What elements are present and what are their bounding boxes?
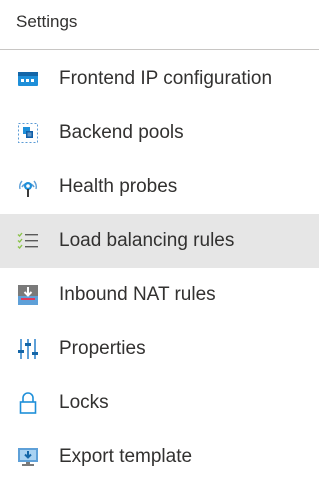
nav-item-locks[interactable]: Locks (0, 376, 319, 430)
settings-panel: Settings Frontend IP configuration Backe… (0, 0, 319, 480)
inbound-nat-icon (16, 283, 40, 307)
nav-item-label: Backend pools (59, 122, 184, 143)
settings-header: Settings (0, 0, 319, 50)
nav-item-label: Load balancing rules (59, 230, 235, 251)
nav-item-backend-pools[interactable]: Backend pools (0, 106, 319, 160)
nav-item-label: Inbound NAT rules (59, 284, 216, 305)
export-template-icon (16, 445, 40, 469)
nav-item-load-balancing-rules[interactable]: Load balancing rules (0, 214, 319, 268)
properties-sliders-icon (16, 337, 40, 361)
nav-item-properties[interactable]: Properties (0, 322, 319, 376)
nav-item-frontend-ip-configuration[interactable]: Frontend IP configuration (0, 52, 319, 106)
settings-nav-list: Frontend IP configuration Backend pools (0, 50, 319, 480)
nav-item-label: Health probes (59, 176, 178, 197)
lock-icon (16, 391, 40, 415)
frontend-ip-icon (16, 67, 40, 91)
nav-item-export-template[interactable]: Export template (0, 430, 319, 480)
rules-list-icon (16, 229, 40, 253)
nav-item-label: Locks (59, 392, 109, 413)
nav-item-label: Export template (59, 446, 193, 467)
nav-item-label: Frontend IP configuration (59, 68, 273, 89)
nav-item-inbound-nat-rules[interactable]: Inbound NAT rules (0, 268, 319, 322)
nav-item-label: Properties (59, 338, 146, 359)
nav-item-health-probes[interactable]: Health probes (0, 160, 319, 214)
health-probe-icon (16, 175, 40, 199)
backend-pool-icon (16, 121, 40, 145)
